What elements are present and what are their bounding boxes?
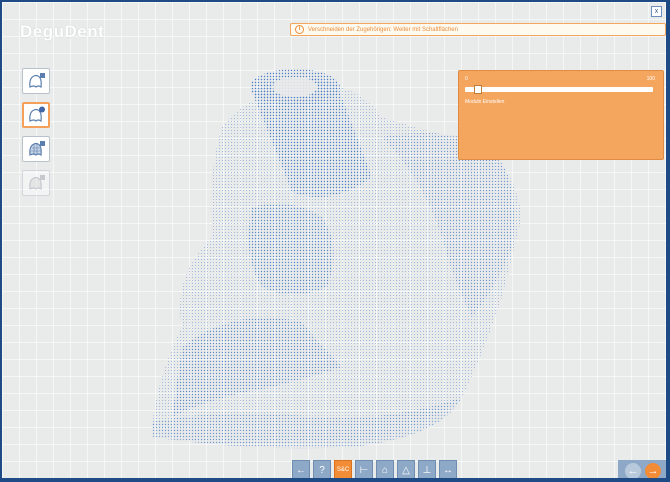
cut-icon: S&C [336,467,350,473]
parameter-slider[interactable] [465,85,653,94]
slider-max-label: 100 [646,76,655,82]
info-icon: i [295,25,304,34]
navigation-box: ← → [618,460,666,478]
back-button[interactable]: ← [625,463,641,478]
view-side-icon: △ [402,464,410,476]
bottom-toolbar: ←? S&C ⊢ ⌂ △ ⊥ ↔ [292,460,457,478]
slider-handle[interactable] [474,85,482,94]
tooth-plus-icon [29,106,45,123]
tool-column [22,68,50,204]
tooth-edit-tool[interactable] [22,102,50,128]
ruler-button[interactable]: ↔ [439,460,457,478]
help-icon: ? [319,464,325,476]
view-front-icon: ⌂ [381,464,389,476]
tooth-disabled-tool[interactable] [22,170,50,196]
panel-caption: Moduln Einstellen [465,99,505,105]
parameter-panel: 0 100 Moduln Einstellen [458,70,664,160]
tooth-mesh-icon [29,141,45,157]
hint-bar: i Verschneiden der Zugehörigen: Weiter m… [290,23,666,36]
measure-icon: ⊢ [359,464,369,476]
cut-button[interactable]: S&C [334,460,352,478]
tooth-icon [29,73,45,89]
tooth-mesh-tool[interactable] [22,136,50,162]
view-front-button[interactable]: ⌂ [376,460,394,478]
back-small-button[interactable]: ← [292,460,310,478]
help-button[interactable]: ? [313,460,331,478]
hint-text: Verschneiden der Zugehörigen: Weiter mit… [308,26,458,33]
tooth-view-tool[interactable] [22,68,50,94]
degudent-logo: DeguDent [20,22,105,41]
view-side-button[interactable]: △ [397,460,415,478]
arrow-left-icon: ← [296,464,306,476]
arrow-left-icon: ← [627,465,639,477]
view-top-icon: ⊥ [422,464,432,476]
forward-button[interactable]: → [645,463,661,478]
view-top-button[interactable]: ⊥ [418,460,436,478]
ruler-icon: ↔ [443,464,453,476]
app-window: DeguDent i Verschneiden der Zugehörigen:… [2,2,666,478]
measure-button[interactable]: ⊢ [355,460,373,478]
tooth-grey-icon [29,175,45,191]
slider-min-label: 0 [465,76,468,82]
close-icon[interactable]: x [651,6,662,17]
arrow-right-icon: → [647,465,659,477]
